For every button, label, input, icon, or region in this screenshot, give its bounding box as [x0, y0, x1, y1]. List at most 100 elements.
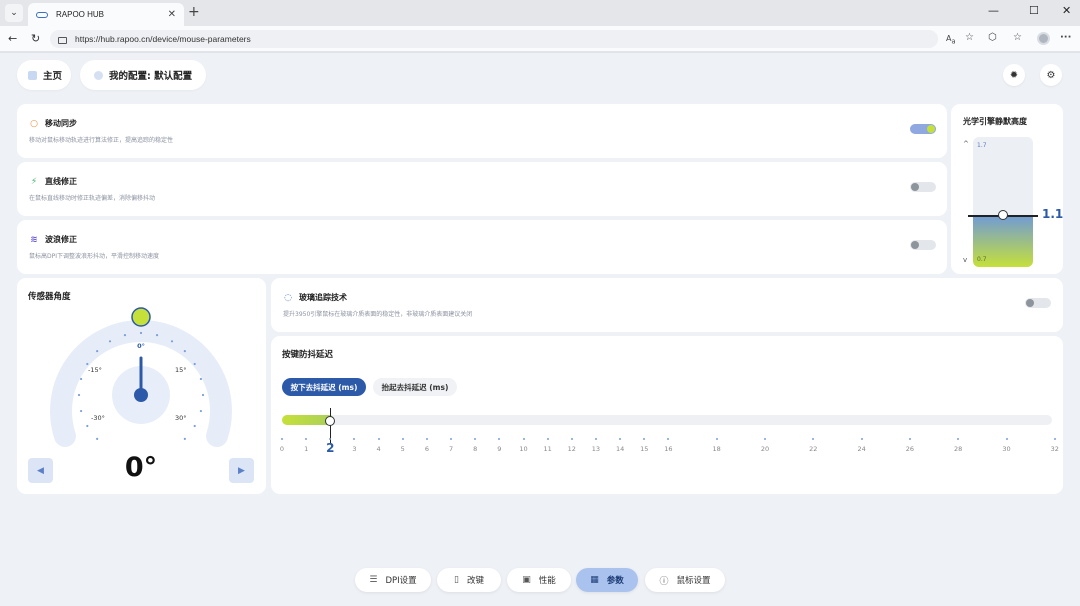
- lod-title: 光学引擎静默高度: [963, 117, 1027, 126]
- dial-tick-dot: [80, 377, 83, 381]
- dial-tick-dot: [96, 437, 99, 440]
- url-text: https://hub.rapoo.cn/device/mouse-parame…: [75, 34, 251, 44]
- angle-snap-icon: ⚡: [30, 176, 38, 187]
- grid-icon: ▦: [590, 575, 599, 585]
- glass-tracking-icon: ◌: [284, 292, 292, 303]
- scale-tick: [860, 438, 863, 440]
- site-info-icon[interactable]: [58, 36, 67, 44]
- row-title: 移动同步: [45, 119, 77, 128]
- minimize-button[interactable]: —: [988, 4, 999, 17]
- lod-slider-handle[interactable]: [998, 210, 1008, 220]
- scale-label: 26: [905, 445, 915, 453]
- extensions-icon[interactable]: ⬡: [988, 32, 997, 43]
- home-button[interactable]: 主页: [17, 60, 71, 90]
- setting-row-ripple-control: ≋ 波浪修正 鼠标高DPI下调整波浪形抖动，平滑控制移动速度: [17, 220, 947, 274]
- nav-label: 改键: [466, 576, 484, 586]
- scale-label: 4: [376, 445, 381, 453]
- scale-label: 18: [712, 445, 721, 453]
- scale-label: 12: [567, 445, 576, 453]
- collections-icon[interactable]: ☆: [1013, 32, 1022, 43]
- row-title: 玻璃追踪技术: [299, 293, 347, 302]
- sun-icon[interactable]: ✹: [1003, 64, 1025, 86]
- glass-tracking-card: ◌ 玻璃追踪技术 提升3950引擎鼠标在玻璃介质表面的稳定性，非玻璃介质表面建议关…: [271, 278, 1063, 332]
- toggle-knob: [911, 183, 919, 191]
- mouse-icon: ▯: [454, 575, 459, 585]
- nav-performance[interactable]: ▣ 性能: [507, 568, 571, 592]
- triangle-right-icon: ▶: [238, 465, 245, 476]
- dial-tick-dot: [193, 362, 196, 366]
- setting-row-motion-sync: ○ 移动同步 移动对鼠标移动轨迹进行算法修正，提高追踪的稳定性: [17, 104, 947, 158]
- angle-increase-button[interactable]: ▶: [229, 458, 254, 483]
- dial-tick-dot: [199, 409, 202, 413]
- dial-tick-dot: [80, 409, 83, 413]
- nav-dpi-settings[interactable]: ☰ DPI设置: [355, 568, 431, 592]
- row-description: 提升3950引擎鼠标在玻璃介质表面的稳定性，非玻璃介质表面建议关闭: [283, 311, 473, 318]
- angle-decrease-button[interactable]: ◀: [28, 458, 53, 483]
- nav-mouse-settings[interactable]: ⓘ 鼠标设置: [645, 568, 725, 592]
- favorite-star-icon[interactable]: ☆: [965, 32, 974, 43]
- profile-button[interactable]: 我的配置: 默认配置: [80, 60, 206, 90]
- dial-tick-dot: [155, 334, 159, 337]
- toggle-knob: [911, 241, 919, 249]
- window-close-button[interactable]: ✕: [1062, 4, 1071, 17]
- nav-key-remap[interactable]: ▯ 改键: [437, 568, 501, 592]
- more-menu-icon[interactable]: ···: [1060, 32, 1071, 43]
- dial-tick-dot: [183, 350, 186, 353]
- tab-list-button[interactable]: ⌄: [5, 4, 23, 22]
- setting-row-angle-snap: ⚡ 直线修正 在鼠标直线移动时修正轨迹偏差，消除偏移抖动: [17, 162, 947, 216]
- nav-label: DPI设置: [385, 576, 417, 586]
- browser-tab-bar: ⌄ RAPOO HUB ✕ + — ☐ ✕: [0, 0, 1080, 26]
- scale-label: 24: [857, 445, 866, 453]
- dial-tick-dot: [139, 331, 143, 335]
- motion-sync-icon: ○: [30, 118, 38, 129]
- new-tab-button[interactable]: +: [188, 4, 200, 20]
- scale-label: 28: [954, 445, 963, 453]
- scale-tick: [377, 438, 380, 440]
- scale-label: 1: [304, 445, 309, 453]
- scale-label: 0: [279, 445, 285, 453]
- scale-tick: [353, 438, 356, 440]
- dial-handle[interactable]: [131, 307, 151, 327]
- scale-label: 16: [664, 445, 673, 453]
- reload-icon[interactable]: ↻: [31, 32, 40, 45]
- scale-label: 9: [497, 445, 502, 453]
- angle-tick-label: 15°: [175, 366, 187, 374]
- translate-icon[interactable]: Aa: [946, 34, 956, 46]
- home-label: 主页: [43, 71, 63, 82]
- scale-tick: [401, 438, 404, 440]
- dial-tick-dot: [77, 393, 81, 397]
- dial-tick-dot: [86, 362, 89, 366]
- scale-tick: [450, 438, 453, 440]
- scale-label: 10: [519, 445, 528, 453]
- scale-tick: [546, 438, 549, 440]
- nav-parameters[interactable]: ▦ 参数: [576, 568, 638, 592]
- home-icon: [28, 70, 37, 80]
- wave-icon: ≋: [30, 234, 38, 245]
- press-debounce-tab[interactable]: 按下去抖延迟 (ms): [282, 378, 366, 396]
- glass-tracking-toggle[interactable]: [1025, 298, 1051, 308]
- scale-label: 5: [400, 445, 405, 453]
- gear-icon[interactable]: ⚙: [1040, 64, 1062, 86]
- profile-label: 我的配置: 默认配置: [109, 71, 193, 82]
- scale-tick: [619, 438, 622, 440]
- close-tab-icon[interactable]: ✕: [168, 9, 176, 20]
- info-icon: ⓘ: [659, 576, 669, 587]
- lift-off-distance-card: 光学引擎静默高度 ^ v 1.7 0.7 1.1: [951, 104, 1063, 274]
- release-debounce-tab[interactable]: 抬起去抖延迟 (ms): [373, 378, 457, 396]
- tab-title: RAPOO HUB: [56, 10, 105, 19]
- browser-tab[interactable]: RAPOO HUB ✕: [28, 3, 184, 26]
- back-arrow-icon[interactable]: ←: [8, 32, 17, 45]
- scale-label: 2: [326, 441, 335, 455]
- profile-avatar[interactable]: [1037, 32, 1050, 45]
- debounce-slider-track[interactable]: [282, 415, 1052, 425]
- ripple-control-toggle[interactable]: [910, 240, 936, 250]
- toggle-knob: [1026, 299, 1034, 307]
- angle-tick-label: -15°: [88, 366, 102, 374]
- url-field[interactable]: https://hub.rapoo.cn/device/mouse-parame…: [50, 30, 938, 48]
- angle-snap-toggle[interactable]: [910, 182, 936, 192]
- lod-slider-track[interactable]: 1.7 0.7: [973, 137, 1033, 267]
- scale-tick: [812, 438, 815, 440]
- motion-sync-toggle[interactable]: [910, 124, 936, 134]
- scale-label: 3: [352, 445, 357, 453]
- maximize-button[interactable]: ☐: [1029, 4, 1039, 17]
